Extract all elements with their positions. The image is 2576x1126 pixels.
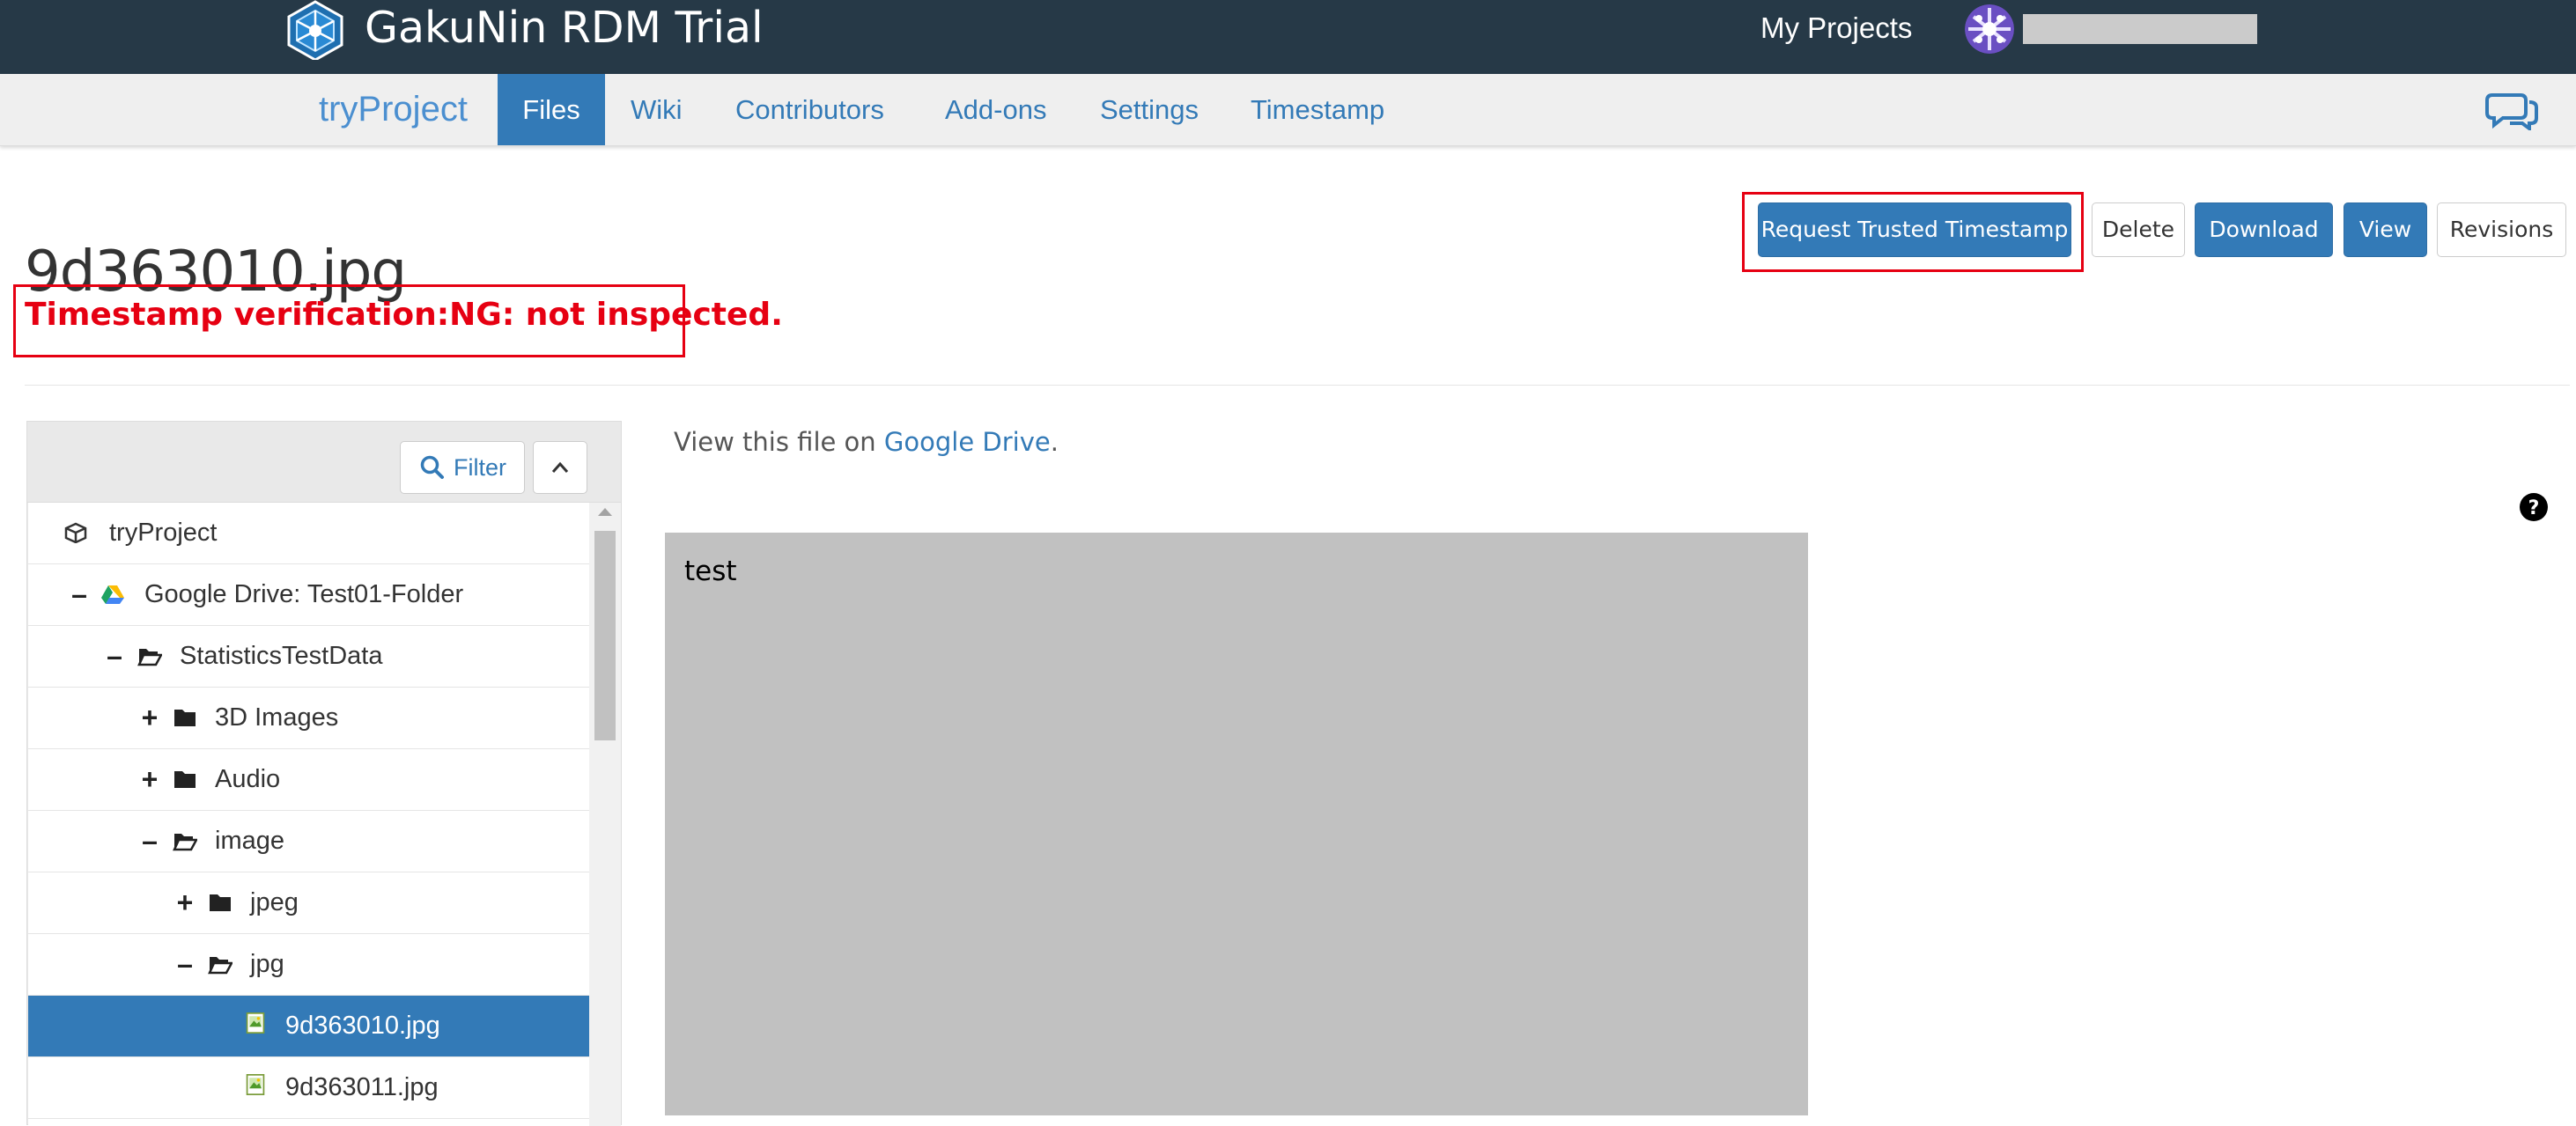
svg-text:?: ? [2528, 497, 2540, 519]
brand-title[interactable]: GakuNin RDM Trial [365, 2, 764, 55]
gakunin-logo-icon[interactable] [284, 0, 347, 60]
tree-item-label: Google Drive: Test01-Folder [144, 580, 464, 608]
file-tree-list: tryProject – Google Drive: Test01-Folder… [28, 503, 589, 1126]
tree-item-label: 3D Images [215, 703, 339, 732]
tree-item-label: image [215, 827, 284, 855]
tree-item-label: tryProject [109, 519, 218, 547]
google-drive-link[interactable]: Google Drive [884, 427, 1051, 457]
scrollbar-thumb[interactable] [594, 531, 616, 740]
tab-contributors[interactable]: Contributors [735, 74, 884, 145]
tree-item-label: jpg [250, 950, 284, 978]
tree-item-label: StatisticsTestData [180, 642, 383, 670]
tab-timestamp[interactable]: Timestamp [1251, 74, 1384, 145]
timestamp-verification-status: Timestamp verification:NG: not inspected… [25, 297, 783, 333]
tree-item-label: jpeg [250, 888, 299, 916]
project-nav: tryProject Files Wiki Contributors Add-o… [0, 74, 2576, 146]
user-name-redacted[interactable] [2023, 14, 2257, 44]
tree-item-project-root[interactable]: tryProject [28, 503, 589, 564]
scroll-up-arrow-icon[interactable] [598, 508, 612, 516]
tab-files[interactable]: Files [498, 74, 605, 145]
collapse-toggle[interactable]: – [69, 564, 90, 624]
request-trusted-timestamp-button[interactable]: Request Trusted Timestamp [1758, 202, 2071, 257]
tree-scrollbar[interactable] [589, 503, 621, 1126]
tree-item-file-selected[interactable]: 9d363010.jpg [28, 996, 589, 1057]
preview-content: test [684, 556, 737, 587]
my-projects-link[interactable]: My Projects [1760, 9, 1912, 48]
help-icon[interactable]: ? [2519, 492, 2549, 522]
tree-item-folder[interactable]: + 3D Images [28, 688, 589, 749]
google-drive-icon [101, 585, 124, 604]
expand-toggle[interactable]: + [139, 749, 160, 809]
view-on-provider-text: View this file on Google Drive. [674, 424, 1059, 460]
folder-open-icon [208, 957, 233, 975]
tab-settings[interactable]: Settings [1100, 74, 1199, 145]
delete-button[interactable]: Delete [2092, 202, 2185, 257]
user-avatar[interactable] [1965, 4, 2014, 54]
view-suffix: . [1050, 427, 1059, 457]
comments-icon[interactable] [2485, 90, 2538, 130]
tab-add-ons[interactable]: Add-ons [945, 74, 1046, 145]
folder-open-icon [173, 834, 197, 851]
collapse-tree-button[interactable] [533, 441, 587, 494]
folder-open-icon [137, 649, 162, 666]
divider [25, 385, 2570, 386]
image-file-icon [246, 1074, 265, 1095]
revisions-button[interactable]: Revisions [2437, 202, 2566, 257]
tree-item-label: 9d363010.jpg [285, 1012, 440, 1040]
file-tree-panel: Filter tryProject – Google Drive: Test01… [26, 421, 622, 1126]
cube-icon [64, 522, 87, 543]
file-tree-toolbar: Filter [27, 422, 621, 503]
folder-icon [174, 771, 196, 788]
tree-item-folder[interactable]: – jpg [28, 934, 589, 996]
tree-item-google-drive[interactable]: – Google Drive: Test01-Folder [28, 564, 589, 626]
file-preview: test [665, 533, 1808, 1115]
filter-label: Filter [454, 454, 506, 481]
tab-wiki[interactable]: Wiki [631, 74, 683, 145]
expand-toggle[interactable]: + [174, 872, 196, 932]
folder-icon [174, 710, 196, 726]
tree-item-folder[interactable]: + jpeg [28, 872, 589, 934]
tree-item-folder[interactable]: + Audio [28, 749, 589, 811]
tree-item-folder[interactable]: – StatisticsTestData [28, 626, 589, 688]
image-file-icon [246, 1012, 265, 1034]
tree-item-label: Audio [215, 765, 281, 793]
collapse-toggle[interactable]: – [174, 934, 196, 994]
download-button[interactable]: Download [2195, 202, 2333, 257]
collapse-toggle[interactable]: – [139, 811, 160, 871]
tree-item-label: 9d363011.jpg [285, 1073, 439, 1101]
view-prefix: View this file on [674, 427, 884, 457]
view-button[interactable]: View [2343, 202, 2427, 257]
top-navbar: GakuNin RDM Trial My Projects [0, 0, 2576, 74]
search-icon [420, 455, 444, 479]
folder-icon [210, 894, 231, 911]
tree-item-folder[interactable]: – image [28, 811, 589, 872]
project-name-link[interactable]: tryProject [319, 88, 468, 130]
collapse-toggle[interactable]: – [104, 626, 125, 686]
chevron-up-icon [551, 461, 569, 473]
expand-toggle[interactable]: + [139, 688, 160, 747]
filter-button[interactable]: Filter [400, 441, 525, 494]
tree-item-file[interactable]: 9d363011.jpg [28, 1057, 589, 1119]
